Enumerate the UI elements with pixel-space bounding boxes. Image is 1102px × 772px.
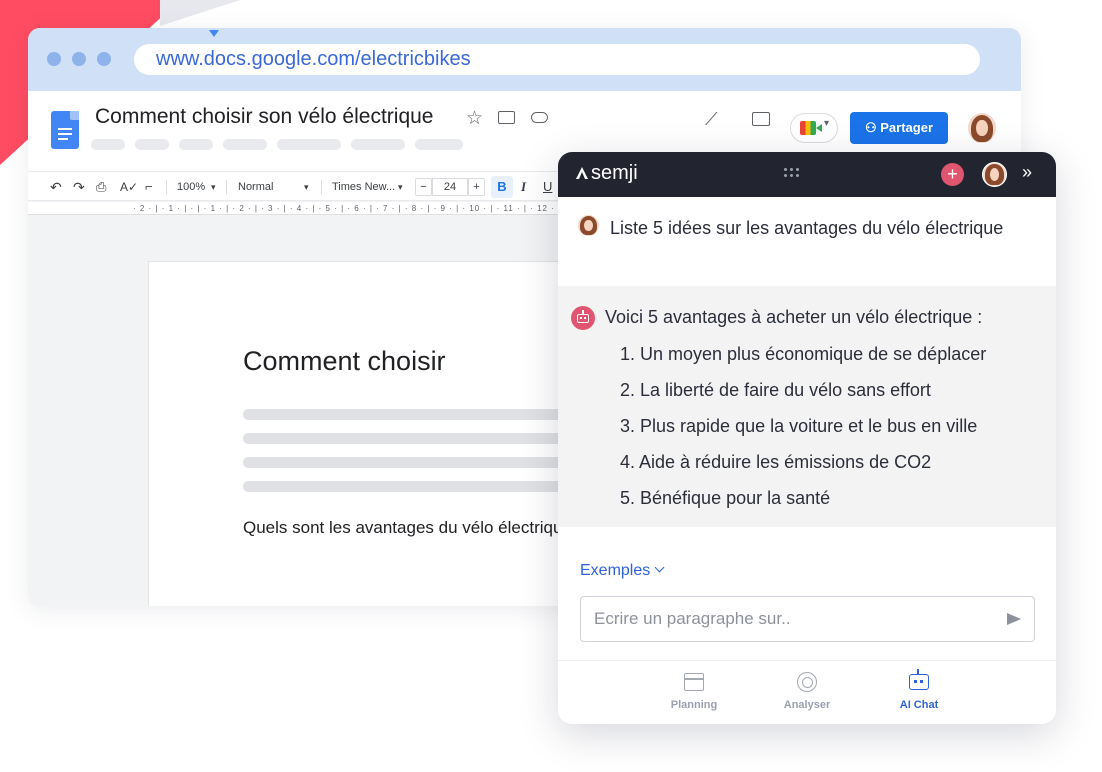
share-button[interactable]: ⚇ Partager <box>850 112 948 144</box>
font-select[interactable]: Times New... <box>332 172 395 202</box>
meet-button[interactable]: ▾ <box>790 113 838 143</box>
semji-header: semji + » <box>558 152 1056 197</box>
zoom-select[interactable]: 100% <box>177 172 205 202</box>
text-line-placeholder <box>243 481 573 492</box>
tab-label: Planning <box>670 699 718 711</box>
cloud-status-icon[interactable] <box>531 112 548 123</box>
meet-camera-icon <box>800 121 822 135</box>
window-dot-close[interactable] <box>47 52 61 66</box>
menu-placeholder[interactable] <box>135 139 169 150</box>
list-item: 4. Aide à réduire les émissions de CO2 <box>620 452 932 472</box>
google-docs-icon[interactable] <box>51 111 79 149</box>
menu-placeholder[interactable] <box>277 139 341 150</box>
chevron-down-icon <box>654 562 665 573</box>
new-chat-button[interactable]: + <box>941 163 964 186</box>
window-dot-maximize[interactable] <box>97 52 111 66</box>
calendar-icon <box>684 673 704 691</box>
text-line-placeholder <box>243 409 573 420</box>
undo-icon[interactable]: ↶ <box>50 172 62 202</box>
decrease-font-size-button[interactable]: − <box>415 178 432 196</box>
window-dot-minimize[interactable] <box>72 52 86 66</box>
menu-placeholder[interactable] <box>179 139 213 150</box>
bot-message: Voici 5 avantages à acheter un vélo élec… <box>558 286 1056 527</box>
send-icon[interactable] <box>1007 613 1021 625</box>
menu-placeholder[interactable] <box>415 139 463 150</box>
increase-font-size-button[interactable]: + <box>468 178 485 196</box>
text-line-placeholder <box>243 457 573 468</box>
menu-placeholder[interactable] <box>223 139 267 150</box>
chevron-down-icon[interactable]: ▾ <box>211 172 216 202</box>
robot-icon <box>909 669 929 690</box>
list-item: 1. Un moyen plus économique de se déplac… <box>620 344 987 364</box>
examples-label: Exemples <box>580 562 651 579</box>
user-message: Liste 5 idées sur les avantages du vélo … <box>558 197 1056 286</box>
spellcheck-icon[interactable]: A✓ <box>120 172 138 202</box>
document-question: Quels sont les avantages du vélo électri… <box>243 518 587 537</box>
comment-icon[interactable] <box>752 112 770 126</box>
tab-label: AI Chat <box>899 699 939 711</box>
message-user-avatar <box>578 215 599 236</box>
document-title[interactable]: Comment choisir son vélo électrique <box>95 105 433 129</box>
bot-avatar-icon <box>571 306 595 330</box>
bot-message-intro: Voici 5 avantages à acheter un vélo élec… <box>605 307 983 327</box>
examples-dropdown[interactable]: Exemples <box>580 562 665 580</box>
chevron-down-icon[interactable]: ▾ <box>398 172 403 202</box>
paint-format-icon[interactable]: ⌐ <box>145 172 153 202</box>
print-icon[interactable]: ⎙ <box>96 172 106 202</box>
browser-address-bar: www.docs.google.com/electricbikes <box>28 28 1021 91</box>
italic-button[interactable]: I <box>521 172 526 202</box>
font-size-input[interactable]: 24 <box>432 178 468 196</box>
prompt-input[interactable] <box>580 596 1035 642</box>
star-icon[interactable]: ☆ <box>466 107 483 130</box>
move-folder-icon[interactable] <box>498 111 515 124</box>
person-icon: ⚇ <box>864 120 881 135</box>
chevron-down-icon[interactable]: ▾ <box>304 172 309 202</box>
semji-panel: semji + » Liste 5 idées sur les avantage… <box>558 152 1056 724</box>
tab-planning[interactable]: Planning <box>639 661 749 724</box>
document-heading: Comment choisir <box>243 346 446 376</box>
semji-logo-text: semji <box>591 162 638 184</box>
collapse-panel-icon[interactable]: » <box>1022 162 1032 183</box>
tab-ai-chat[interactable]: AI Chat <box>864 661 974 724</box>
bot-answer-list: 1. Un moyen plus économique de se déplac… <box>620 341 986 521</box>
panel-user-avatar[interactable] <box>982 162 1007 187</box>
chevron-down-icon: ▾ <box>824 118 830 129</box>
tab-label: Analyser <box>783 699 831 711</box>
list-item: 2. La liberté de faire du vélo sans effo… <box>620 380 931 400</box>
underline-button[interactable]: U <box>543 172 552 202</box>
list-item: 3. Plus rapide que la voiture et le bus … <box>620 416 978 436</box>
bottom-tab-bar: Planning Analyser AI Chat <box>558 660 1056 724</box>
indent-marker[interactable] <box>209 30 219 37</box>
redo-icon[interactable]: ↷ <box>73 172 85 202</box>
semji-logo-icon <box>576 167 588 179</box>
list-item: 5. Bénéfique pour la santé <box>620 488 831 508</box>
user-message-text: Liste 5 idées sur les avantages du vélo … <box>610 218 1004 238</box>
analyser-icon <box>797 672 817 692</box>
url-field[interactable]: www.docs.google.com/electricbikes <box>134 44 980 75</box>
apps-grid-icon[interactable] <box>784 168 800 180</box>
style-select[interactable]: Normal <box>238 172 273 202</box>
decorative-grey-triangle <box>160 0 240 26</box>
bold-button[interactable]: B <box>491 176 513 198</box>
activity-trend-icon[interactable]: ⟋ <box>705 109 718 130</box>
tab-analyser[interactable]: Analyser <box>752 661 862 724</box>
user-avatar[interactable] <box>968 113 996 143</box>
share-label: Partager <box>880 120 934 135</box>
menu-placeholder[interactable] <box>91 139 125 150</box>
menu-placeholder[interactable] <box>351 139 405 150</box>
text-line-placeholder <box>243 433 573 444</box>
